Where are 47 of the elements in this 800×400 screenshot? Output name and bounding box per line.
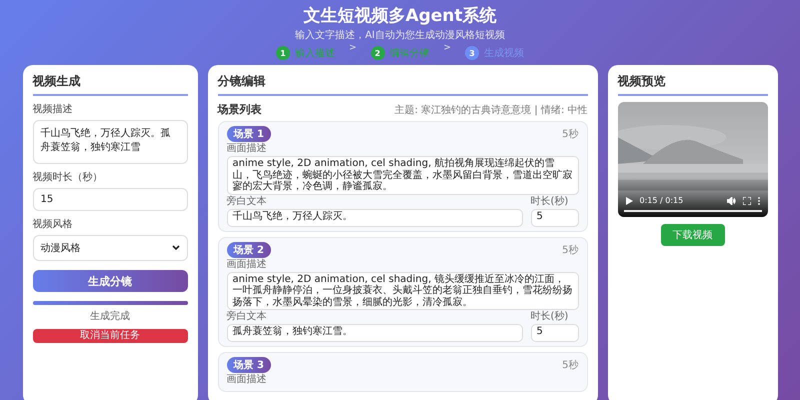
step-number: 2 <box>370 46 384 60</box>
description-field[interactable]: 千山鸟飞绝，万径人踪灭。孤舟蓑笠翁，独钓寒江雪 <box>32 120 188 164</box>
step-number: 1 <box>276 46 290 60</box>
duration-field[interactable]: 15 <box>32 188 188 211</box>
field-label: 画面描述 <box>226 143 268 155</box>
field-label: 旁白文本 <box>226 196 268 208</box>
field-label: 画面描述 <box>226 258 268 270</box>
field-label: 画面描述 <box>226 374 268 386</box>
field-label: 视频时长（秒） <box>32 170 104 184</box>
step-separator: > <box>444 43 452 53</box>
style-select[interactable]: 动漫风格 <box>32 235 188 261</box>
scene-duration: 5秒 <box>562 244 578 256</box>
card-title: 视频预览 <box>618 73 768 96</box>
video-time: 0:15 / 0:15 <box>640 196 684 205</box>
step-number: 3 <box>465 46 480 60</box>
step-separator: > <box>348 43 356 53</box>
scene-badge: 场景 3 <box>226 357 271 373</box>
generate-button[interactable]: 生成分镜 <box>32 270 188 292</box>
field-label: 时长(秒) <box>530 311 570 323</box>
scene-duration: 5秒 <box>562 358 578 372</box>
scene-duration: 5秒 <box>562 128 578 141</box>
seconds-field[interactable]: 5 <box>530 208 578 226</box>
page-title: 文生短视频多Agent系统 <box>303 5 497 27</box>
cancel-button[interactable]: 取消当前任务 <box>32 329 188 343</box>
page-subtitle: 输入文字描述，AI自动为您生成动漫风格短视频 <box>295 28 505 42</box>
theme-info: 主题: 寒江独钓的古典诗意意境 | 情绪: 中性 <box>394 104 588 117</box>
field-label: 旁白文本 <box>226 311 268 323</box>
description-field[interactable]: anime style, 2D animation, cel shading, 镜头缓缓推近至冰冷的江面，一叶孤舟静静停泊，一位身披蓑衣、头戴斗笠的老翁正独自垂钓，雪花纷纷扬扬落下，水墨风晕染的雪景，细腻的光影，清冷孤寂。 <box>226 272 578 310</box>
scene-badge: 场景 2 <box>226 242 271 258</box>
field-label: 时长(秒) <box>530 196 570 208</box>
field-label: 视频风格 <box>32 218 74 231</box>
field-label: 视频描述 <box>32 102 74 116</box>
scene-badge: 场景 1 <box>226 126 271 142</box>
seconds-field[interactable]: 5 <box>530 324 578 342</box>
description-field[interactable]: anime style, 2D animation, cel shading, 航拍视角展现连绵起伏的雪山，飞鸟绝迹，蜿蜒的小径被大雪完全覆盖，水墨风留白背景，雪道出空旷寂寥的宏大背景，冷色调，静谧孤寂。 <box>226 156 578 194</box>
step-label: 编辑分镜 <box>390 46 430 60</box>
card-title: 视频生成 <box>32 73 188 96</box>
list-title: 场景列表 <box>218 102 262 117</box>
caret-icon <box>172 245 180 251</box>
progress-status: 生成完成 <box>89 310 131 323</box>
step-label: 输入描述 <box>294 46 335 60</box>
volume-icon[interactable] <box>726 196 736 204</box>
narration-field[interactable]: 千山鸟飞绝，万径人踪灭。 <box>226 208 522 226</box>
card-title: 分镜编辑 <box>218 73 588 96</box>
play-icon[interactable] <box>626 196 632 204</box>
narration-field[interactable]: 孤舟蓑笠翁，独钓寒江雪。 <box>226 324 522 342</box>
fullscreen-icon[interactable] <box>742 196 750 204</box>
